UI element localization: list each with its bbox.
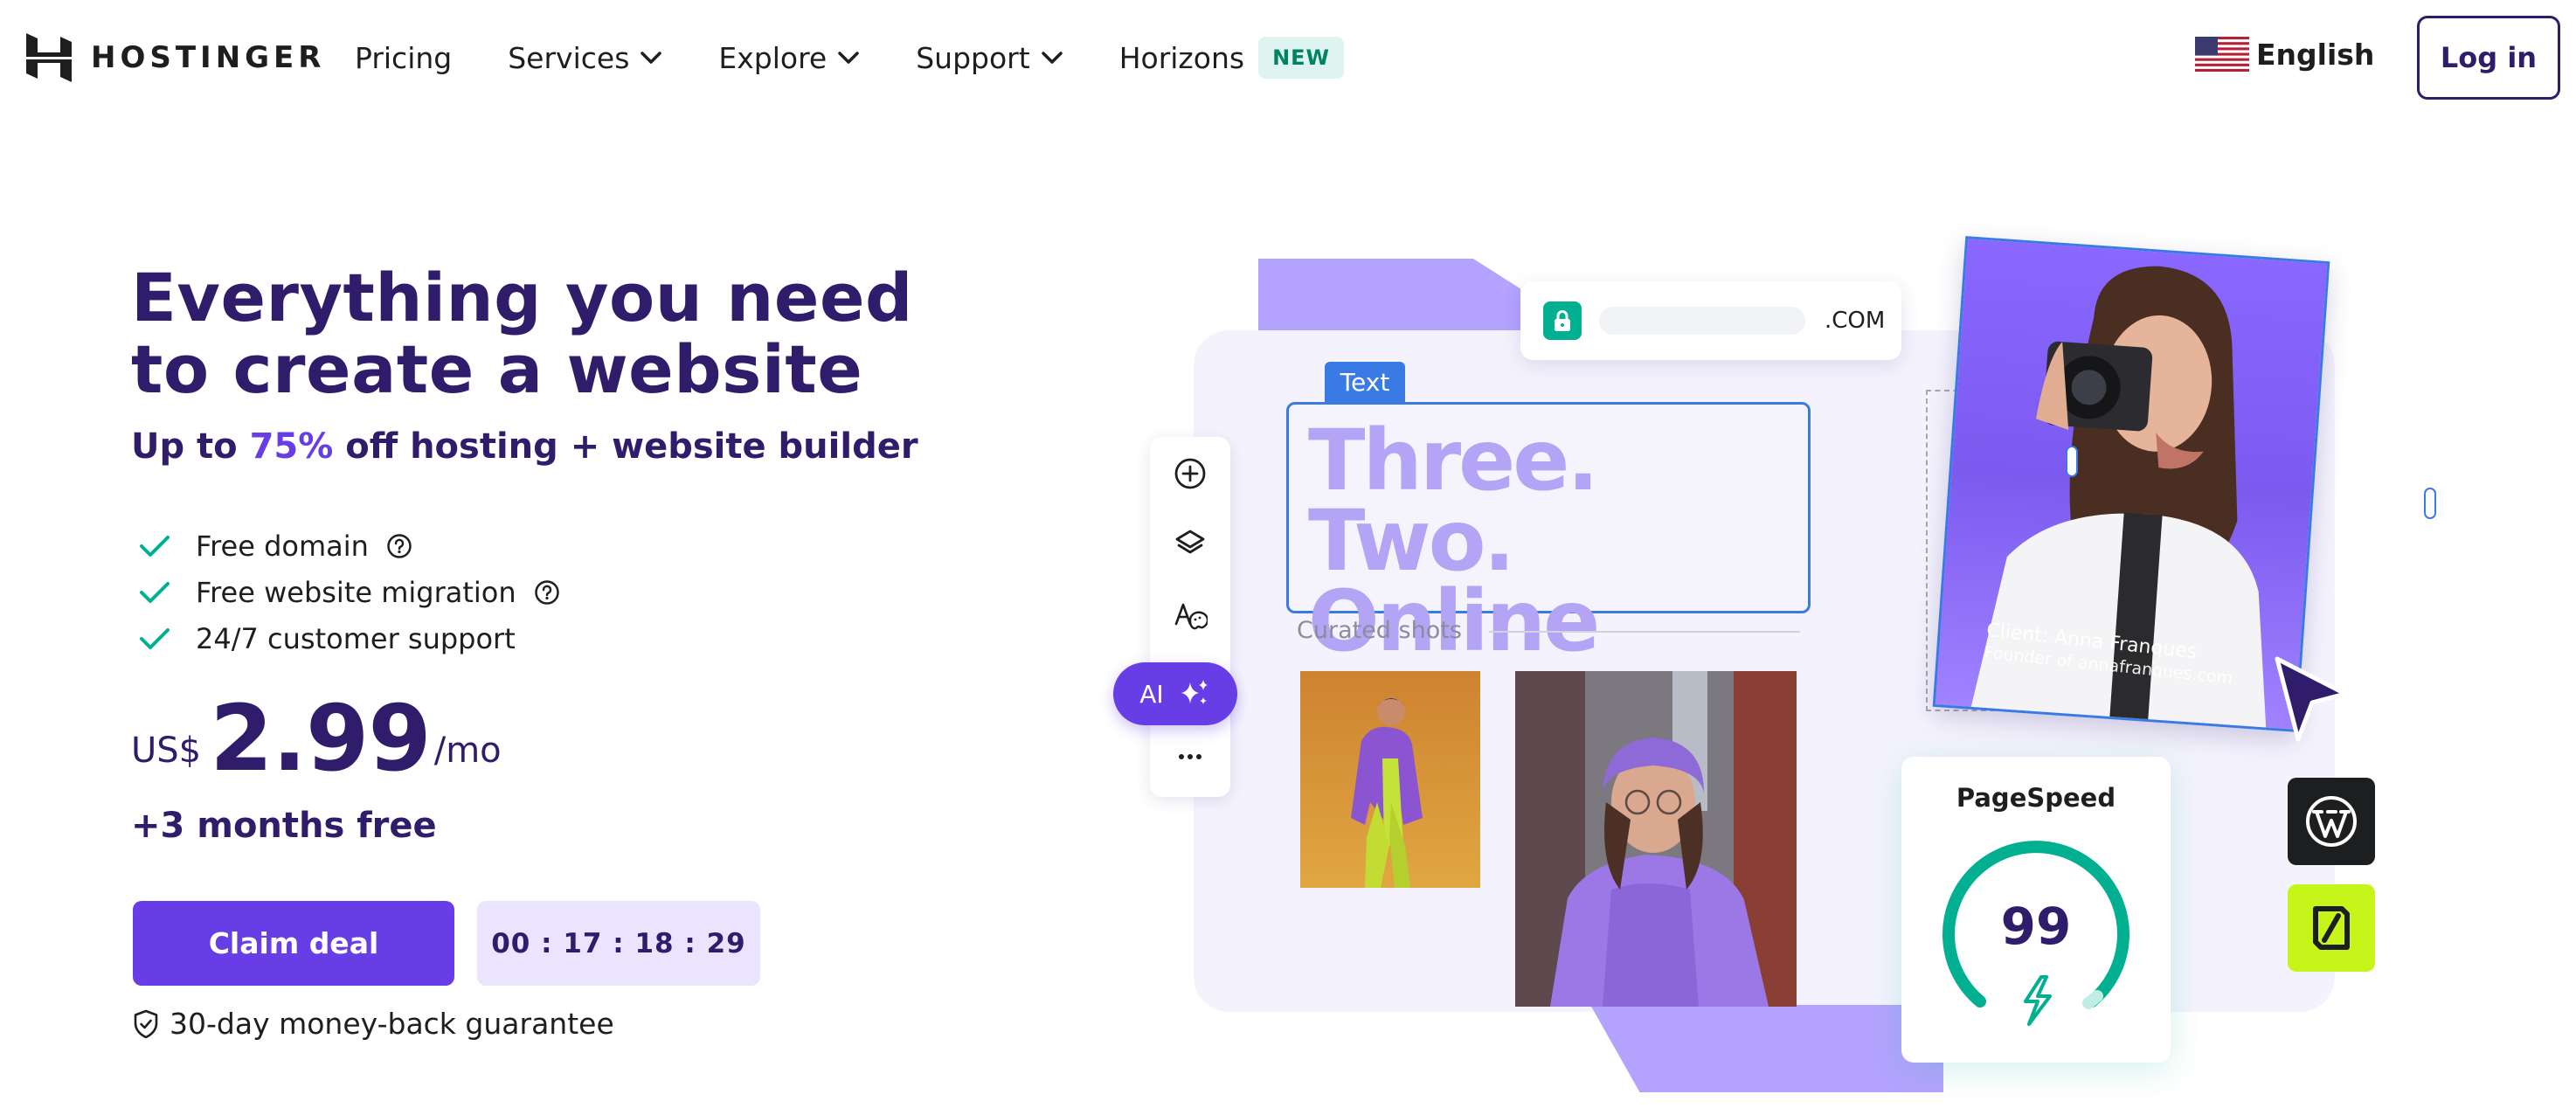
brand-wordmark: HOSTINGER [91,40,326,75]
curated-shots-label: Curated shots [1297,617,1462,644]
pagespeed-score: 99 [2000,897,2072,956]
resize-handle[interactable] [2066,446,2078,477]
bonus-text: +3 months free [131,806,437,846]
help-icon[interactable] [386,533,412,559]
hostinger-logo-icon [26,33,72,82]
new-badge: NEW [1258,37,1345,79]
nav-item-support[interactable]: Support [916,41,1063,75]
decorative-shape [1258,259,1520,334]
nav-item-label: Pricing [355,40,453,75]
decorative-shape [1590,1005,1943,1092]
discount-percent: 75% [249,426,334,467]
horizons-icon [2313,906,2350,950]
selected-text-block[interactable]: Three. Two. Online [1286,402,1811,663]
chevron-down-icon [641,52,662,64]
hero-subtitle: Up to 75% off hosting + website builder [131,426,918,467]
list-item: Free domain [138,523,560,569]
fashion-photo [1300,671,1480,888]
street-portrait-photo [1515,671,1797,1007]
pagespeed-title: PageSpeed [1956,783,2116,813]
feature-list: Free domain Free website migration 24/7 … [138,523,560,661]
ai-sparkle-icon [1181,680,1208,704]
url-placeholder [1599,307,1805,335]
list-item: Free website migration [138,569,560,615]
pointer-cursor-icon [2275,656,2348,742]
horizons-tile [2288,884,2375,972]
money-back-guarantee: 30-day money-back guarantee [133,1007,614,1041]
wordpress-icon [2306,796,2357,847]
ai-label: AI [1139,679,1164,709]
main-nav: Pricing Services Explore Support Horizon… [355,35,1345,80]
subtitle-prefix: Up to [131,426,250,467]
us-flag-icon [2195,37,2249,72]
shield-check-icon [134,1009,158,1038]
check-icon [140,581,170,603]
nav-item-services[interactable]: Services [508,41,662,75]
nav-item-label: Explore [718,40,828,75]
feature-label: 24/7 customer support [196,621,516,655]
subtitle-suffix: off hosting + website builder [333,426,918,467]
nav-item-label: Horizons [1118,40,1245,75]
price-currency: US$ [131,731,202,771]
client-portrait-photo[interactable]: Client: Anna Franques Founder of annafra… [1932,236,2330,732]
brand-logo[interactable]: HOSTINGER [26,33,325,82]
chevron-down-icon [838,52,859,64]
text-element-chip: Text [1325,362,1405,402]
countdown-timer: 00 : 17 : 18 : 29 [477,901,760,986]
resize-handle[interactable] [2424,488,2436,519]
add-icon[interactable] [1173,456,1208,491]
domain-tld: .COM [1825,308,1886,334]
language-selector[interactable]: English [2195,37,2374,72]
editor-toolbar [1150,437,1230,797]
feature-label: Free website migration [196,575,516,609]
typography-palette-icon[interactable] [1173,598,1208,633]
divider [1489,631,1800,633]
wordpress-tile [2288,778,2375,865]
ai-button[interactable]: AI [1113,662,1237,725]
check-icon [140,535,170,557]
claim-deal-button[interactable]: Claim deal [133,901,454,986]
price-amount: 2.99 [210,685,432,792]
price: US$ 2.99 /mo [131,690,502,786]
guarantee-text: 30-day money-back guarantee [170,1007,614,1041]
nav-item-horizons[interactable]: Horizons [1119,41,1244,75]
chevron-down-icon [1041,52,1063,64]
price-period: /mo [433,731,502,771]
lock-icon [1543,301,1582,340]
nav-item-explore[interactable]: Explore [718,41,860,75]
domain-bar: .COM [1520,281,1901,360]
layers-icon[interactable] [1173,526,1208,561]
check-icon [140,627,170,649]
site-header: HOSTINGER Pricing Services Explore Suppo… [0,0,2576,115]
lightning-icon [2024,975,2052,1026]
more-icon[interactable] [1173,739,1208,774]
nav-item-pricing[interactable]: Pricing [355,41,452,75]
nav-item-label: Services [508,40,630,75]
nav-item-label: Support [916,40,1030,75]
pagespeed-card: PageSpeed 99 [1901,757,2171,1063]
feature-label: Free domain [196,529,369,563]
help-icon[interactable] [534,579,560,606]
hero-title: Everything you need to create a website [131,259,913,408]
list-item: 24/7 customer support [138,615,560,661]
login-button[interactable]: Log in [2417,16,2560,100]
hero-illustration: .COM AI Text Three. Two. Online Curated … [1113,236,2436,1101]
language-label: English [2256,37,2375,72]
